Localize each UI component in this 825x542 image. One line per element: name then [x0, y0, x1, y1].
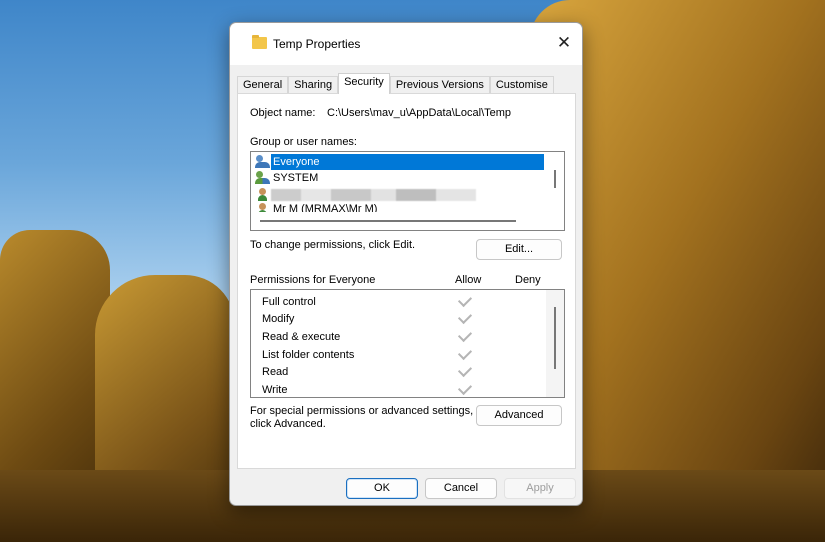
- allow-column-header: Allow: [455, 274, 482, 286]
- group-user-list[interactable]: Everyone SYSTEM Mr M (MRMAX\Mr M): [250, 151, 565, 231]
- permission-full-control: Full control: [262, 296, 316, 308]
- advanced-button[interactable]: Advanced: [476, 405, 562, 426]
- list-item-system[interactable]: SYSTEM: [255, 170, 318, 186]
- security-panel: Object name: C:\Users\mav_u\AppData\Loca…: [237, 93, 576, 469]
- allow-check-icon: [457, 380, 473, 396]
- title-bar: Temp Properties ✕: [230, 23, 582, 65]
- permission-modify: Modify: [262, 313, 295, 325]
- properties-dialog: Temp Properties ✕ General Sharing Securi…: [229, 22, 583, 506]
- tab-security[interactable]: Security: [338, 73, 390, 94]
- ok-button[interactable]: OK: [346, 478, 418, 499]
- advanced-text: For special permissions or advanced sett…: [250, 405, 474, 417]
- horizontal-scrollbar[interactable]: [260, 220, 516, 222]
- permission-read: Read: [262, 366, 289, 378]
- group-icon: [255, 155, 271, 169]
- list-item-redacted-user[interactable]: [255, 187, 476, 203]
- tab-bar: General Sharing Security Previous Versio…: [237, 73, 554, 94]
- object-name-value: C:\Users\mav_u\AppData\Local\Temp: [327, 107, 512, 119]
- group-icon: [255, 171, 271, 185]
- permissions-label: Permissions for Everyone: [250, 274, 376, 286]
- deny-column-header: Deny: [515, 274, 541, 286]
- cancel-button[interactable]: Cancel: [425, 478, 497, 499]
- permission-read-execute: Read & execute: [262, 331, 341, 343]
- advanced-text-2: click Advanced.: [250, 418, 326, 430]
- permission-write: Write: [262, 384, 288, 396]
- tab-sharing[interactable]: Sharing: [288, 76, 339, 94]
- allow-check-icon: [457, 292, 473, 308]
- edit-button[interactable]: Edit...: [476, 239, 562, 260]
- redacted-name: [271, 189, 476, 201]
- allow-check-icon: [457, 362, 473, 378]
- allow-check-icon: [457, 309, 473, 325]
- apply-button[interactable]: Apply: [504, 478, 576, 499]
- dialog-title: Temp Properties: [273, 37, 361, 51]
- allow-check-icon: [457, 345, 473, 361]
- allow-check-icon: [457, 327, 473, 343]
- permission-list-folder: List folder contents: [262, 349, 355, 361]
- close-button[interactable]: ✕: [554, 33, 574, 53]
- group-names-label: Group or user names:: [250, 136, 357, 148]
- vertical-scrollbar[interactable]: [554, 307, 556, 369]
- tab-general[interactable]: General: [237, 76, 289, 94]
- folder-icon: [252, 35, 267, 49]
- vertical-scrollbar[interactable]: [554, 170, 556, 188]
- permissions-list: Full control Modify Read & execute List …: [250, 289, 565, 398]
- tab-previous-versions[interactable]: Previous Versions: [389, 76, 490, 94]
- list-item-everyone[interactable]: Everyone: [255, 154, 544, 170]
- tab-customise[interactable]: Customise: [489, 76, 554, 94]
- object-name-label: Object name:: [250, 107, 316, 119]
- change-permissions-text: To change permissions, click Edit.: [250, 239, 416, 251]
- user-icon: [255, 188, 271, 202]
